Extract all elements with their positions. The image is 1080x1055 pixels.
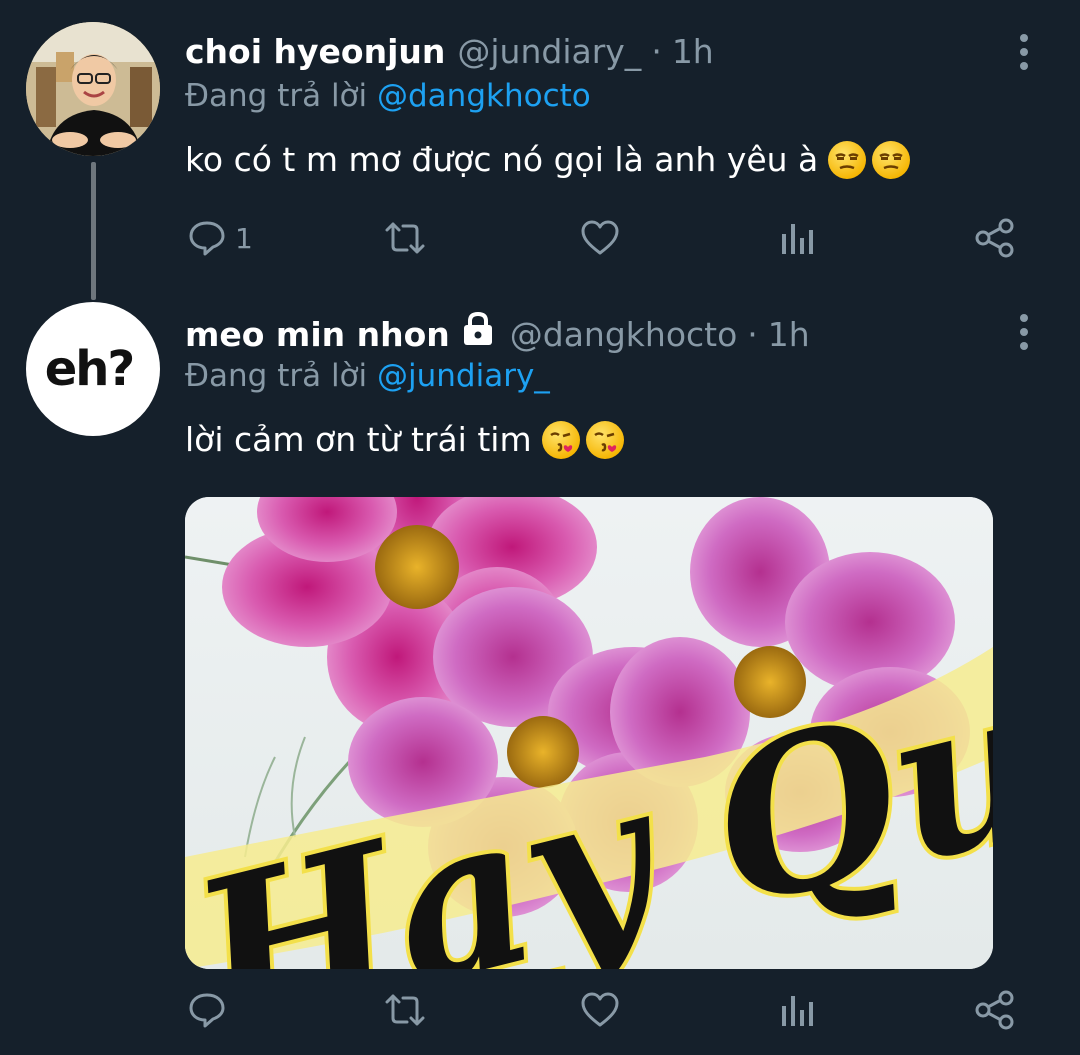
reply-mention-link[interactable]: @jundiary_: [377, 358, 550, 394]
lock-icon: [462, 311, 494, 354]
tweet-text: ko có t m mơ được nó gọi là anh yêu à: [185, 140, 911, 179]
display-name[interactable]: choi hyeonjun: [185, 32, 445, 71]
heart-icon: [581, 992, 619, 1027]
face-blowing-kiss-emoji-icon: [585, 420, 624, 459]
replying-to-label: Đang trả lời: [185, 358, 368, 394]
analytics-icon: [782, 996, 813, 1026]
share-button[interactable]: [974, 217, 1016, 259]
tweet-timestamp[interactable]: 1h: [672, 32, 714, 71]
analytics-button[interactable]: [779, 220, 815, 256]
retweet-icon: [385, 994, 425, 1026]
reply-icon: [189, 221, 225, 256]
separator-dot: ·: [747, 315, 758, 354]
tweet-media-image[interactable]: Hay Quá: [185, 497, 993, 969]
tweet-text-content: ko có t m mơ được nó gọi là anh yêu à: [185, 140, 819, 179]
share-button[interactable]: [974, 989, 1016, 1031]
reply-mention-link[interactable]: @dangkhocto: [377, 78, 591, 114]
user-handle[interactable]: @jundiary_: [457, 32, 641, 71]
reply-button[interactable]: 1: [187, 218, 253, 258]
more-options-icon[interactable]: [1016, 34, 1032, 70]
retweet-button[interactable]: [383, 218, 427, 258]
analytics-icon: [782, 224, 813, 254]
display-name[interactable]: meo min nhon: [185, 315, 450, 354]
like-button[interactable]: [580, 218, 620, 258]
replying-to: Đang trả lời @dangkhocto: [185, 78, 591, 114]
reply-icon: [189, 993, 225, 1028]
retweet-icon: [385, 222, 425, 254]
share-icon: [975, 218, 1014, 258]
retweet-button[interactable]: [383, 990, 427, 1030]
like-button[interactable]: [580, 990, 620, 1030]
replying-to: Đang trả lời @jundiary_: [185, 358, 550, 394]
analytics-button[interactable]: [779, 992, 815, 1028]
unamused-face-emoji-icon: [872, 140, 911, 179]
more-options-icon[interactable]: [1016, 314, 1032, 350]
user-photo-icon: [26, 22, 160, 156]
tweet-text: lời cảm ơn từ trái tim: [185, 420, 624, 459]
separator-dot: ·: [651, 32, 662, 71]
unamused-face-emoji-icon: [828, 140, 867, 179]
reply-button[interactable]: [187, 990, 227, 1030]
cosmos-flowers-image: Hay Quá: [185, 497, 993, 969]
replying-to-label: Đang trả lời: [185, 78, 368, 114]
user-handle[interactable]: @dangkhocto: [510, 315, 738, 354]
avatar-text: eh?: [44, 341, 136, 397]
face-blowing-kiss-emoji-icon: [541, 420, 580, 459]
share-icon: [975, 990, 1014, 1030]
tweet-2-header: meo min nhon @dangkhocto · 1h: [185, 311, 810, 354]
tweet-1-header: choi hyeonjun @jundiary_ · 1h: [185, 32, 714, 71]
thread-connector-line: [91, 162, 96, 300]
tweet-text-content: lời cảm ơn từ trái tim: [185, 420, 532, 459]
tweet-timestamp[interactable]: 1h: [768, 315, 810, 354]
avatar-meo-min-nhon[interactable]: eh?: [26, 302, 160, 436]
avatar-choi-hyeonjun[interactable]: [26, 22, 160, 156]
heart-icon: [581, 220, 619, 255]
reply-count: 1: [235, 221, 253, 255]
